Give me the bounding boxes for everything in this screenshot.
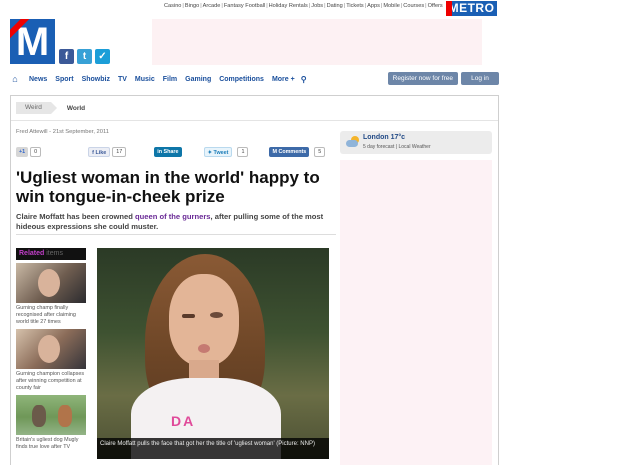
list-item[interactable]: Gurning champ finally recognised after c… (16, 263, 86, 326)
breadcrumb-subsection[interactable]: World (67, 105, 85, 112)
register-button[interactable]: Register now for free (387, 72, 458, 85)
weather-widget[interactable]: London 17°c 5 day forecast | Local Weath… (340, 131, 492, 154)
utility-link[interactable]: Mobile (383, 3, 399, 9)
related-thumbnail[interactable] (16, 263, 86, 303)
article-frame: Weird World Fred Attewill - 21st Septemb… (10, 95, 499, 465)
breadcrumb: Weird World (16, 102, 85, 114)
photo-mouth (198, 344, 210, 353)
facebook-like-label: Like (95, 150, 107, 156)
main-nav: ⌂ News Sport Showbiz TV Music Film Gamin… (9, 71, 499, 87)
related-caption[interactable]: Gurning champion collapses after winning… (16, 371, 86, 392)
metro-header-logo[interactable]: METRO (446, 1, 497, 16)
tweet-count: 1 (237, 147, 249, 157)
article-headline: 'Ugliest woman in the world' happy to wi… (16, 168, 320, 206)
search-icon[interactable]: ⚲ (301, 75, 307, 84)
nav-tv[interactable]: TV (118, 76, 127, 83)
shirt-print: DA (171, 413, 196, 429)
face-image (38, 335, 60, 363)
facebook-like-button[interactable]: f Like (88, 147, 111, 157)
facebook-icon[interactable]: f (59, 49, 74, 64)
nav-more[interactable]: More + (272, 76, 295, 83)
linkedin-share-label: Share (163, 149, 179, 155)
related-thumbnail[interactable] (16, 329, 86, 369)
weather-icon (346, 136, 359, 148)
nav-film[interactable]: Film (163, 76, 177, 83)
home-icon[interactable]: ⌂ (9, 74, 21, 84)
list-item[interactable]: Britain's ugliest dog Mugly finds true l… (16, 395, 86, 451)
photo-caption: Claire Moffatt pulls the face that got h… (97, 438, 329, 459)
utility-link[interactable]: Casino (164, 3, 181, 9)
utility-link[interactable]: Apps (367, 3, 380, 9)
related-caption[interactable]: Gurning champ finally recognised after c… (16, 305, 86, 326)
utility-link[interactable]: Tickets (346, 3, 364, 9)
comments-count: 5 (314, 147, 326, 157)
tweet-label: Tweet (213, 150, 229, 156)
standfirst-text-start: Claire Moffatt has been crowned (16, 212, 135, 221)
utility-link[interactable]: Bingo (185, 3, 199, 9)
link-separator: | (425, 3, 427, 9)
nav-sport[interactable]: Sport (55, 76, 73, 83)
list-item[interactable]: Gurning champion collapses after winning… (16, 329, 86, 392)
standfirst-link[interactable]: queen of the gurners (135, 212, 211, 221)
comments-button[interactable]: M Comments (269, 147, 310, 157)
link-separator: | (182, 3, 184, 9)
related-heading: Related items (16, 248, 86, 260)
face-image (38, 269, 60, 297)
twitter-icon[interactable]: t (77, 49, 92, 64)
utility-link[interactable]: Jobs (311, 3, 323, 9)
dog-image (58, 405, 72, 427)
nav-showbiz[interactable]: Showbiz (82, 76, 110, 83)
foursquare-icon[interactable]: ✓ (95, 49, 110, 64)
tweet-button[interactable]: ✦ Tweet (203, 147, 233, 157)
google-plus-button[interactable]: +1 (16, 147, 29, 157)
divider (16, 234, 336, 235)
utility-links: Casino|Bingo|Arcade|Fantasy Football|Hol… (164, 3, 444, 9)
related-heading-a: Related (19, 250, 45, 257)
related-items: Related items Gurning champ finally reco… (16, 248, 86, 451)
comments-label: Comments (278, 149, 307, 155)
utility-link[interactable]: Courses (403, 3, 424, 9)
article-standfirst: Claire Moffatt has been crowned queen of… (16, 212, 336, 232)
nav-music[interactable]: Music (135, 76, 155, 83)
nav-news[interactable]: News (29, 76, 47, 83)
link-separator: | (364, 3, 367, 9)
utility-link[interactable]: Fantasy Football (224, 3, 265, 9)
utility-link[interactable]: Holiday Rentals (269, 3, 308, 9)
linkedin-share-button[interactable]: in Share (154, 147, 182, 157)
link-separator: | (221, 3, 223, 9)
google-plus-count: 0 (30, 147, 42, 157)
utility-link[interactable]: Offers (428, 3, 443, 9)
byline: Fred Attewill - 21st September, 2011 (16, 129, 110, 135)
utility-link[interactable]: Dating (327, 3, 343, 9)
cloud-shape (346, 140, 358, 147)
divider (11, 120, 498, 121)
related-caption[interactable]: Britain's ugliest dog Mugly finds true l… (16, 437, 86, 451)
nav-competitions[interactable]: Competitions (219, 76, 264, 83)
weather-city[interactable]: London 17°c (363, 134, 405, 141)
nav-gaming[interactable]: Gaming (185, 76, 211, 83)
link-separator: | (266, 3, 268, 9)
sidebar-ad[interactable] (340, 160, 492, 465)
link-separator: | (343, 3, 346, 9)
social-links: f t ✓ (59, 49, 110, 64)
related-heading-b: items (46, 250, 63, 257)
share-bar: +1 0 f Like 17 in Share ✦ Tweet 1 M Comm… (15, 146, 334, 158)
breadcrumb-section[interactable]: Weird (16, 102, 57, 114)
link-separator: | (324, 3, 326, 9)
weather-links[interactable]: 5 day forecast | Local Weather (363, 144, 431, 150)
article-photo[interactable]: DA Claire Moffatt pulls the face that go… (97, 248, 329, 459)
link-separator: | (200, 3, 202, 9)
facebook-like-count: 17 (112, 147, 127, 157)
photo-eye (210, 312, 223, 318)
metro-logo[interactable]: M (10, 19, 55, 64)
photo-eye (182, 314, 195, 318)
banner-ad[interactable] (152, 19, 482, 65)
login-button[interactable]: Log in (461, 72, 499, 85)
dog-image (32, 405, 46, 427)
related-thumbnail[interactable] (16, 395, 86, 435)
utility-link[interactable]: Arcade (203, 3, 221, 9)
